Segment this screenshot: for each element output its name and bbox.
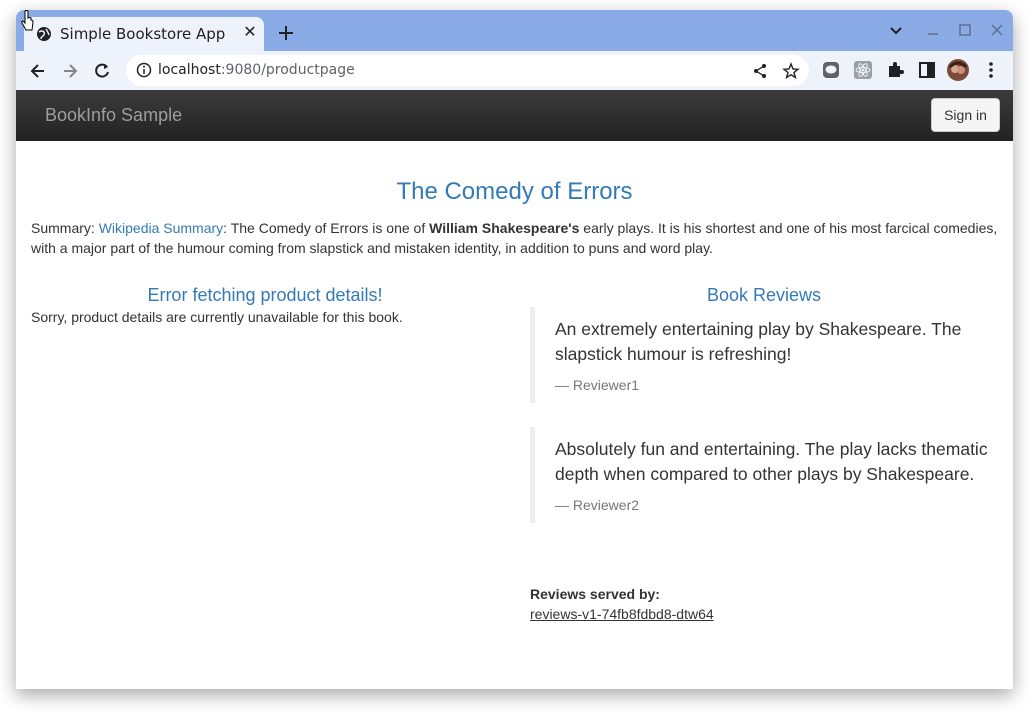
globe-icon	[37, 27, 51, 41]
app-navbar: BookInfo Sample Sign in	[16, 90, 1013, 141]
summary-mid: : The Comedy of Errors is one of	[223, 220, 430, 236]
react-devtools-icon[interactable]	[853, 60, 873, 80]
more-menu-icon[interactable]	[981, 60, 1001, 80]
line-extension-icon[interactable]	[821, 60, 841, 80]
reviews-served-by: Reviews served by: reviews-v1-74fb8fdbd8…	[530, 584, 714, 624]
details-error-message: Sorry, product details are currently una…	[31, 309, 403, 325]
profile-avatar[interactable]	[947, 59, 969, 81]
navbar-brand[interactable]: BookInfo Sample	[45, 105, 182, 126]
served-by-pod: reviews-v1-74fb8fdbd8-dtw64	[530, 606, 714, 622]
details-error-heading: Error fetching product details!	[147, 285, 383, 305]
review-text: Absolutely fun and entertaining. The pla…	[555, 439, 988, 484]
minimize-icon[interactable]	[923, 22, 943, 40]
chevron-down-icon[interactable]	[886, 22, 906, 40]
summary-prefix: Summary:	[31, 220, 99, 236]
tab-bar: Simple Bookstore App ✕	[16, 10, 1013, 51]
side-panel-icon[interactable]	[917, 60, 937, 80]
share-icon[interactable]	[751, 62, 769, 80]
reviews-heading: Book Reviews	[706, 285, 822, 305]
url-host: localhost	[158, 62, 221, 78]
review-author: — Reviewer2	[555, 497, 640, 513]
back-icon[interactable]	[27, 60, 49, 82]
review-block: Absolutely fun and entertaining. The pla…	[530, 427, 1000, 523]
summary-author: William Shakespeare's	[429, 220, 580, 236]
new-tab-icon[interactable]	[276, 23, 296, 43]
tab-active[interactable]: Simple Bookstore App ✕	[24, 17, 264, 51]
browser-toolbar: localhost:9080/productpage	[16, 51, 1013, 90]
review-author: — Reviewer1	[555, 377, 640, 393]
forward-icon[interactable]	[59, 60, 81, 82]
browser-window: Simple Bookstore App ✕ localhost:9080/pr…	[16, 10, 1013, 689]
page-content: The Comedy of Errors Summary: Wikipedia …	[16, 141, 1013, 689]
review-block: An extremely entertaining play by Shakes…	[530, 307, 1000, 403]
address-bar[interactable]: localhost:9080/productpage	[126, 55, 809, 86]
extensions-puzzle-icon[interactable]	[885, 60, 905, 80]
served-by-label: Reviews served by:	[530, 586, 660, 602]
star-icon[interactable]	[782, 62, 800, 80]
url-text[interactable]: localhost:9080/productpage	[158, 62, 355, 78]
maximize-icon[interactable]	[955, 22, 975, 40]
review-text: An extremely entertaining play by Shakes…	[555, 319, 962, 364]
tab-title: Simple Bookstore App	[60, 25, 226, 43]
info-icon[interactable]	[136, 62, 152, 78]
sign-in-button[interactable]: Sign in	[931, 98, 1000, 132]
book-title: The Comedy of Errors	[396, 178, 633, 205]
reload-icon[interactable]	[91, 60, 113, 82]
book-summary: Summary: Wikipedia Summary: The Comedy o…	[31, 218, 1006, 258]
mouse-pointer-icon	[21, 10, 34, 31]
wikipedia-summary-link[interactable]: Wikipedia Summary	[99, 220, 223, 236]
window-close-icon[interactable]	[987, 22, 1007, 40]
close-icon[interactable]: ✕	[242, 25, 258, 41]
url-path: :9080/productpage	[220, 62, 355, 78]
